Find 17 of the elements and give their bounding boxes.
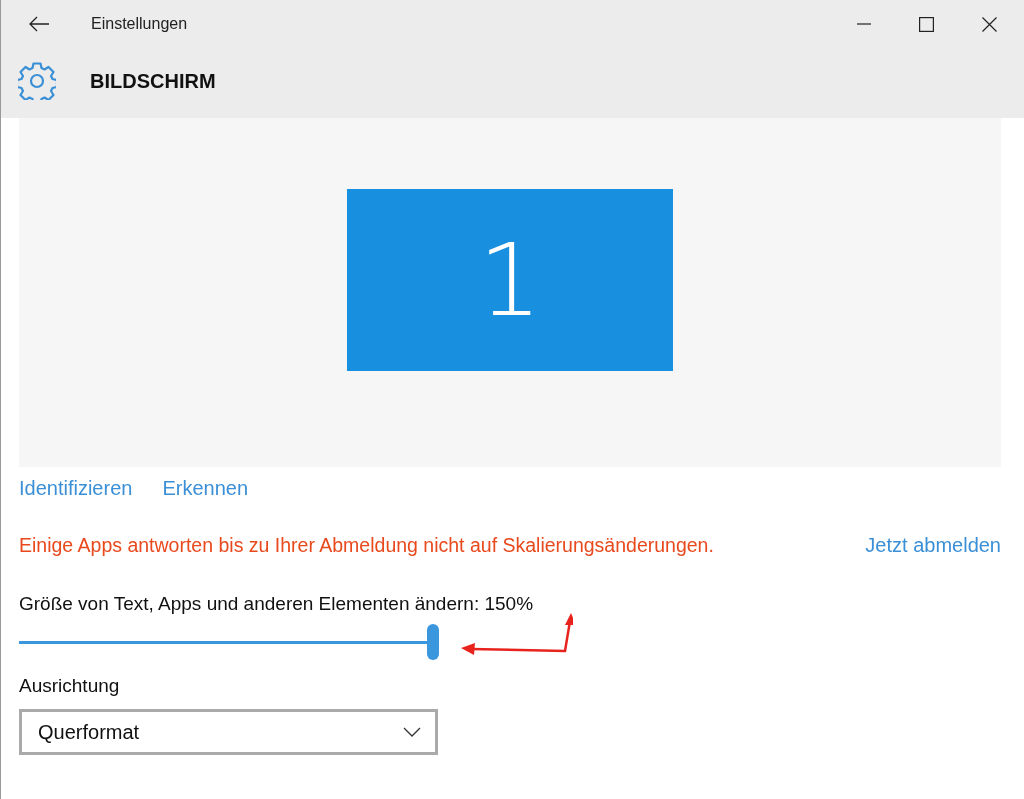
scale-slider[interactable] bbox=[19, 624, 439, 660]
chevron-down-icon bbox=[403, 727, 421, 737]
settings-icon bbox=[18, 62, 56, 100]
display-tile[interactable]: 1 bbox=[347, 189, 673, 371]
link[interactable]: Erkennen bbox=[162, 477, 249, 500]
close-icon[interactable] bbox=[982, 16, 997, 32]
orientation-dropdown[interactable]: Querformat bbox=[19, 709, 438, 755]
orientation-label: Ausrichtung bbox=[19, 675, 121, 697]
back-arrow-icon[interactable] bbox=[28, 16, 50, 32]
sign-out-link[interactable]: Jetzt abmelden bbox=[865, 534, 1001, 557]
scale-label: Größe von Text, Apps und anderen Elementen ändern: 150% bbox=[19, 593, 535, 615]
warning-message: Einige Apps antworten bis zu Ihrer Abmeldung nicht auf Skalierungsänderungen. bbox=[19, 534, 714, 557]
page-title: BILDSCHIRM bbox=[90, 69, 216, 93]
slider-thumb[interactable] bbox=[427, 624, 439, 660]
maximize-icon[interactable] bbox=[919, 16, 934, 32]
window-title: Einstellungen bbox=[91, 15, 188, 33]
link[interactable]: Identifizieren bbox=[19, 477, 133, 500]
